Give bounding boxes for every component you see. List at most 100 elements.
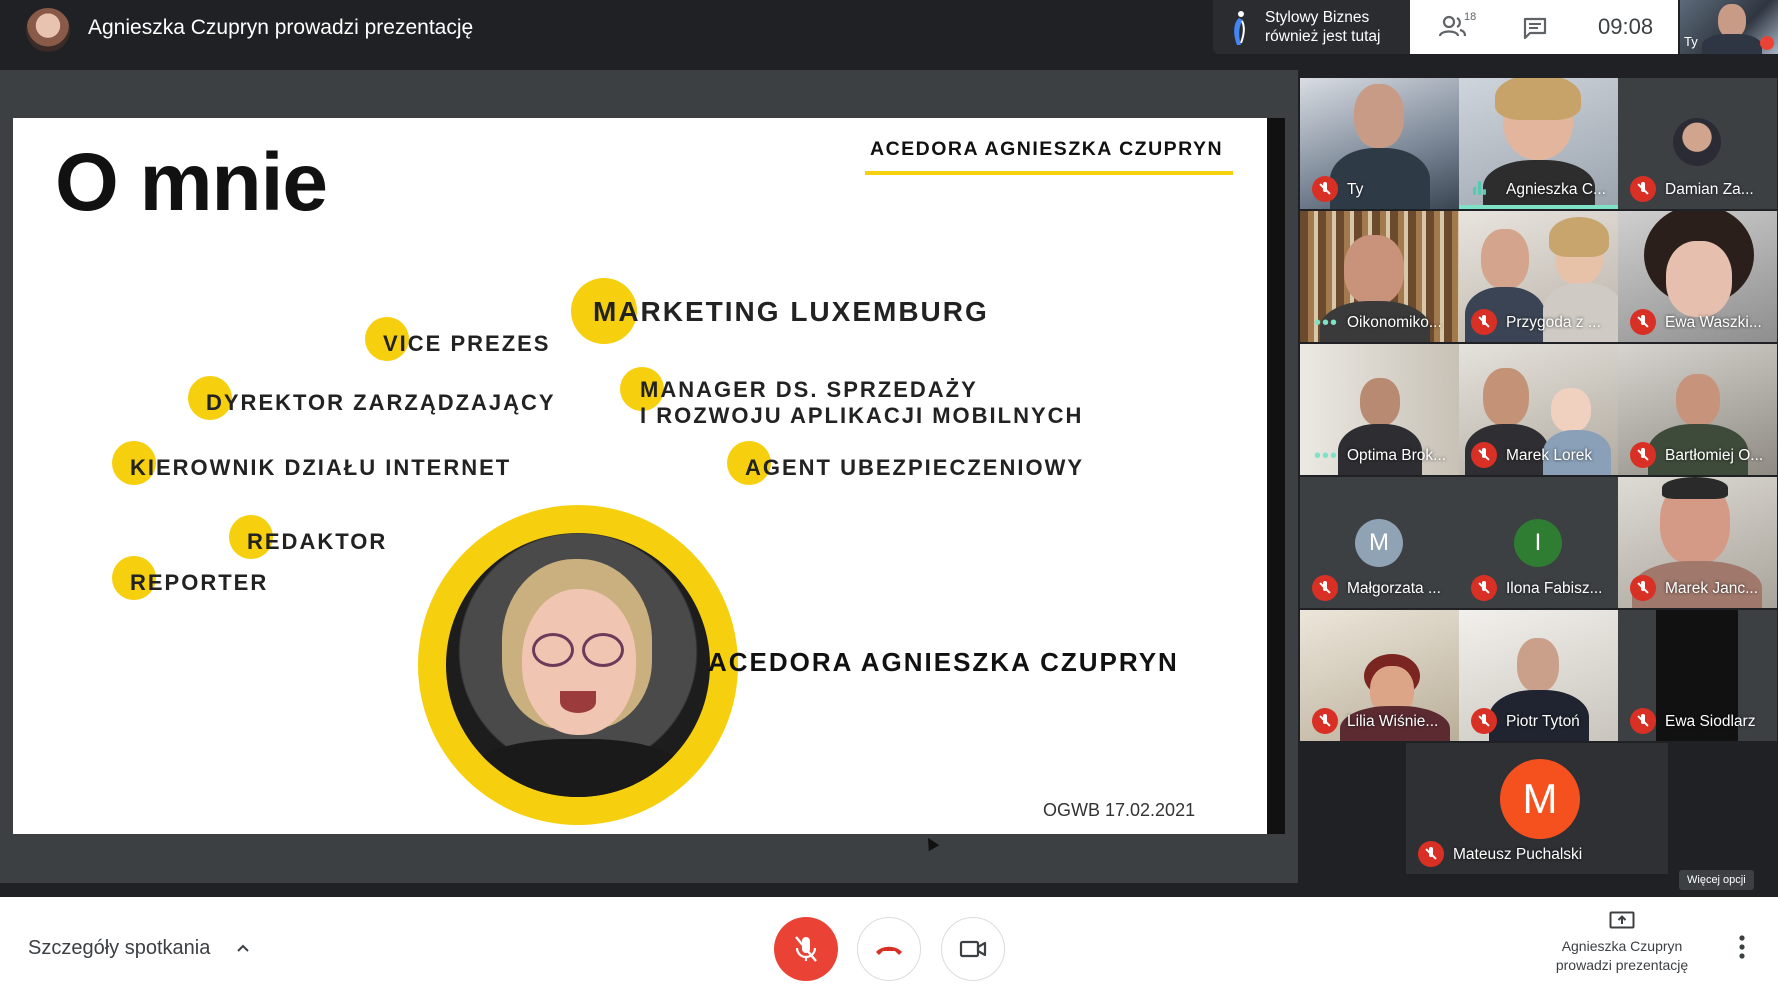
muted-mic-icon bbox=[1760, 36, 1774, 50]
muted-mic-icon bbox=[1418, 841, 1444, 867]
participant-name: Lilia Wiśnie... bbox=[1347, 713, 1439, 730]
participant-name: Ewa Siodlarz bbox=[1665, 713, 1756, 730]
participant-name: Ty bbox=[1347, 181, 1364, 198]
participant-name: Mateusz Puchalski bbox=[1453, 846, 1583, 863]
presenter-title: Agnieszka Czupryn prowadzi prezentację bbox=[88, 16, 474, 39]
microphone-toggle-button[interactable] bbox=[774, 917, 838, 981]
presentation-stage: O mnie ACEDORA AGNIESZKA CZUPRYN MARKETI… bbox=[0, 70, 1298, 883]
meeting-details-button[interactable]: Szczegóły spotkania bbox=[28, 937, 210, 960]
slide-header: ACEDORA AGNIESZKA CZUPRYN bbox=[870, 138, 1224, 160]
muted-mic-icon bbox=[1471, 575, 1497, 601]
muted-mic-icon bbox=[1312, 708, 1338, 734]
role-redaktor: REDAKTOR bbox=[229, 515, 387, 559]
mouse-cursor-icon bbox=[922, 834, 940, 852]
more-options-button[interactable]: Więcej opcji bbox=[1679, 870, 1754, 890]
company-notice[interactable]: Stylowy Biznes również jest tutaj bbox=[1213, 0, 1410, 54]
participant-tile[interactable]: Marek Lorek bbox=[1459, 344, 1618, 475]
self-view-label: Ty bbox=[1684, 34, 1698, 49]
participant-tile[interactable]: Przygoda z ... bbox=[1459, 211, 1618, 342]
muted-mic-icon bbox=[1312, 176, 1338, 202]
participant-name: Ilona Fabisz... bbox=[1506, 580, 1603, 597]
slide-title: O mnie bbox=[55, 137, 328, 228]
participant-tile[interactable]: Piotr Tytoń bbox=[1459, 610, 1618, 741]
participant-avatar: I bbox=[1514, 519, 1562, 567]
slide-header-underline bbox=[865, 171, 1233, 175]
people-button[interactable]: 18 bbox=[1438, 11, 1478, 43]
muted-mic-icon bbox=[1471, 442, 1497, 468]
bottom-bar: Szczegóły spotkania Agnieszka Czupryn pr… bbox=[0, 897, 1778, 1000]
company-logo-icon bbox=[1234, 11, 1245, 45]
role-agent: AGENT UBEZPIECZENIOWY bbox=[727, 441, 1084, 485]
meeting-controls: 18 09:08 bbox=[1410, 0, 1678, 54]
participant-avatar bbox=[1673, 118, 1721, 166]
participant-name: Bartłomiej O... bbox=[1665, 447, 1764, 464]
active-speaker-bar bbox=[1459, 205, 1618, 209]
participant-tile[interactable]: Lilia Wiśnie... bbox=[1300, 610, 1459, 741]
participant-name: Marek Lorek bbox=[1506, 447, 1593, 464]
participant-tile[interactable]: ••• Optima Brok... bbox=[1300, 344, 1459, 475]
muted-mic-icon bbox=[1630, 575, 1656, 601]
participant-avatar: M bbox=[1500, 759, 1580, 839]
muted-mic-icon bbox=[1471, 708, 1497, 734]
participant-name: Optima Brok... bbox=[1347, 447, 1447, 464]
self-body bbox=[1702, 34, 1762, 54]
slide-presenter-name: ACEDORA AGNIESZKA CZUPRYN bbox=[708, 647, 1179, 677]
participant-name: Przygoda z ... bbox=[1506, 314, 1601, 331]
participant-name: Piotr Tytoń bbox=[1506, 713, 1580, 730]
role-dyrektor: DYREKTOR ZARZĄDZAJĄCY bbox=[188, 376, 556, 420]
participant-tile[interactable]: Agnieszka C... bbox=[1459, 78, 1618, 209]
muted-mic-icon bbox=[1630, 176, 1656, 202]
presenter-photo bbox=[446, 533, 710, 797]
speaking-indicator-icon bbox=[1473, 181, 1489, 195]
role-kierownik: KIEROWNIK DZIAŁU INTERNET bbox=[112, 441, 511, 485]
muted-mic-icon bbox=[1471, 309, 1497, 335]
participant-tile[interactable]: M Małgorzata ... bbox=[1300, 477, 1459, 608]
role-marketing-luxemburg: MARKETING LUXEMBURG bbox=[571, 278, 989, 344]
participant-tile[interactable]: Ewa Waszki... bbox=[1618, 211, 1777, 342]
self-head bbox=[1718, 4, 1746, 38]
role-vice-prezes: VICE PREZES bbox=[365, 317, 550, 361]
participant-tile[interactable]: Ty bbox=[1300, 78, 1459, 209]
audio-dots-icon: ••• bbox=[1314, 445, 1339, 467]
role-manager: MANAGER DS. SPRZEDAŻY I ROZWOJU APLIKACJ… bbox=[620, 367, 1083, 429]
presentation-status-line1: Agnieszka Czupryn bbox=[1561, 938, 1683, 954]
self-view-thumbnail[interactable]: Ty bbox=[1680, 0, 1778, 54]
participant-name: Agnieszka C... bbox=[1506, 181, 1606, 198]
presentation-slide: O mnie ACEDORA AGNIESZKA CZUPRYN MARKETI… bbox=[13, 118, 1267, 834]
audio-dots-icon: ••• bbox=[1314, 312, 1339, 334]
participant-grid: Ty Agnieszka C... Damian Za... ••• Oikon… bbox=[1298, 78, 1778, 878]
presenter-avatar bbox=[26, 8, 70, 52]
chevron-up-icon[interactable] bbox=[236, 941, 250, 955]
participant-tile[interactable]: Marek Janc... bbox=[1618, 477, 1777, 608]
muted-mic-icon bbox=[1630, 309, 1656, 335]
role-reporter: REPORTER bbox=[112, 556, 268, 600]
participant-tile[interactable]: M Mateusz Puchalski bbox=[1406, 743, 1668, 874]
slide-date: OGWB 17.02.2021 bbox=[1043, 800, 1196, 820]
participant-name: Małgorzata ... bbox=[1347, 580, 1441, 597]
muted-mic-icon bbox=[1312, 575, 1338, 601]
camera-toggle-button[interactable] bbox=[941, 917, 1005, 981]
company-text: Stylowy Biznes również jest tutaj bbox=[1265, 8, 1380, 46]
participant-avatar: M bbox=[1355, 519, 1403, 567]
participant-tile[interactable]: Bartłomiej O... bbox=[1618, 344, 1777, 475]
participant-name: Oikonomiko... bbox=[1347, 314, 1442, 331]
people-count-badge: 18 bbox=[1464, 11, 1477, 23]
mic-off-icon bbox=[795, 936, 817, 962]
muted-mic-icon bbox=[1630, 708, 1656, 734]
participant-name: Ewa Waszki... bbox=[1665, 314, 1762, 331]
company-name: Stylowy Biznes bbox=[1265, 9, 1370, 26]
presentation-status-button[interactable]: Agnieszka Czupryn prowadzi prezentację bbox=[1530, 911, 1714, 975]
participant-tile[interactable]: Ewa Siodlarz bbox=[1618, 610, 1777, 741]
more-vert-icon[interactable] bbox=[1737, 933, 1747, 961]
hang-up-button[interactable] bbox=[857, 917, 921, 981]
muted-mic-icon bbox=[1630, 442, 1656, 468]
camera-icon bbox=[959, 940, 987, 958]
phone-hangup-icon bbox=[876, 946, 902, 955]
company-subtitle: również jest tutaj bbox=[1265, 28, 1381, 45]
participant-tile[interactable]: ••• Oikonomiko... bbox=[1300, 211, 1459, 342]
present-screen-icon bbox=[1609, 911, 1635, 929]
participant-tile[interactable]: I Ilona Fabisz... bbox=[1459, 477, 1618, 608]
presentation-status-text: Agnieszka Czupryn prowadzi prezentację bbox=[1530, 937, 1714, 975]
participant-tile[interactable]: Damian Za... bbox=[1618, 78, 1777, 209]
chat-icon[interactable] bbox=[1522, 16, 1548, 40]
